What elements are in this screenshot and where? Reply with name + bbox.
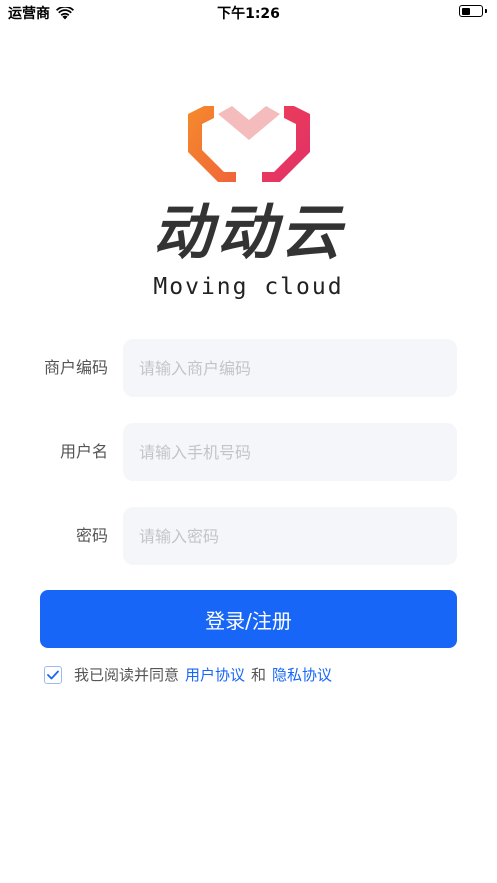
check-icon [47, 670, 59, 679]
logo-block: 动动云 Moving cloud [0, 104, 497, 300]
battery-icon [459, 5, 487, 17]
logo-heart-icon [187, 106, 310, 182]
status-bar: 运营商 下午1:26 [0, 0, 497, 26]
privacy-policy-link[interactable]: 隐私协议 [272, 664, 332, 685]
username-label: 用户名 [59, 442, 108, 461]
logo-title: 动动云 [152, 198, 345, 268]
merchant-code-input[interactable] [123, 339, 457, 397]
agreement-conjunction: 和 [251, 666, 267, 684]
password-input[interactable] [123, 507, 457, 565]
password-label: 密码 [75, 526, 108, 545]
merchant-code-label: 商户编码 [43, 358, 108, 377]
user-agreement-link[interactable]: 用户协议 [185, 664, 245, 685]
agreement-checkbox[interactable] [44, 665, 62, 684]
username-input[interactable] [123, 423, 457, 481]
password-row: 密码 [0, 507, 497, 565]
agreement-row: 我已阅读并同意 用户协议 和 隐私协议 [44, 664, 332, 685]
login-register-button[interactable]: 登录/注册 [40, 590, 457, 648]
merchant-code-row: 商户编码 [0, 339, 497, 397]
battery-cap [485, 9, 487, 13]
status-time: 下午1:26 [217, 6, 280, 22]
agreement-prefix: 我已阅读并同意 [74, 666, 180, 684]
logo-subtitle: Moving cloud [153, 274, 344, 300]
username-row: 用户名 [0, 423, 497, 481]
battery-level [461, 7, 470, 15]
